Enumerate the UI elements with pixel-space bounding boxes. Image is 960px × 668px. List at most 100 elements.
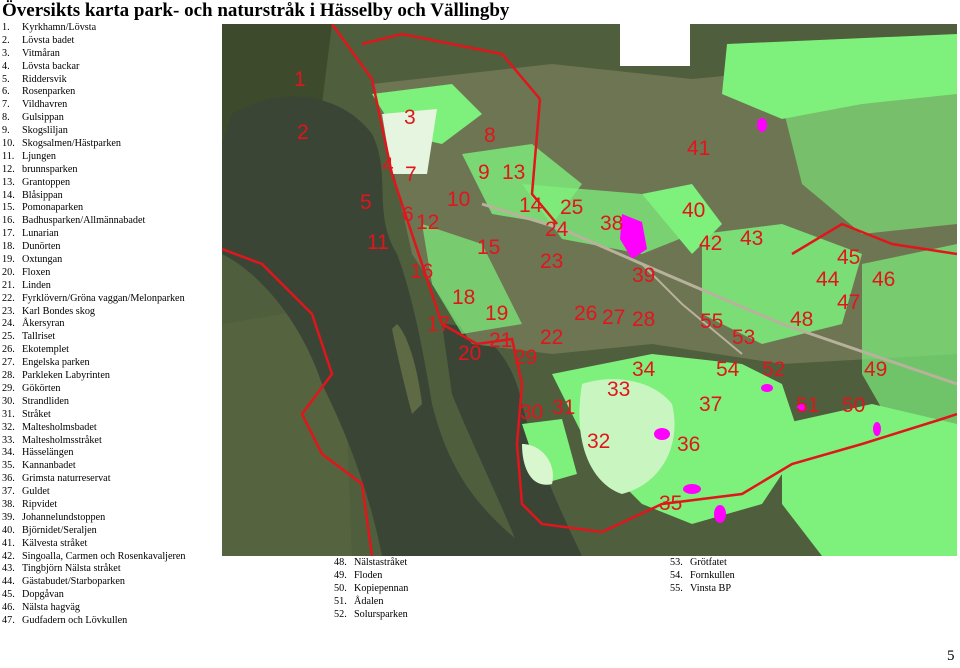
legend-item-name: Floden [354, 569, 383, 581]
legend-item-number: 55. [670, 582, 683, 594]
map-area-number[interactable]: 40 [682, 199, 705, 222]
map-area-number[interactable]: 54 [716, 358, 740, 381]
map-area-number[interactable]: 20 [458, 342, 481, 365]
legend-item-name: Hässelängen [22, 447, 74, 459]
map-area-number[interactable]: 34 [632, 358, 656, 381]
legend-item-number: 39. [2, 511, 15, 523]
map-area-number[interactable]: 28 [632, 308, 655, 331]
legend-item: 21. Linden [2, 280, 224, 293]
map-area-number[interactable]: 5 [360, 191, 372, 214]
legend-item-name: Grantoppen [22, 176, 71, 188]
map-area-number[interactable]: 39 [632, 264, 655, 287]
map-area-number[interactable]: 31 [552, 396, 575, 419]
legend-item: 36. Grimsta naturreservat [2, 473, 224, 486]
map-area-number[interactable]: 6 [402, 203, 414, 226]
map-area-number[interactable]: 8 [484, 124, 496, 147]
legend-item-number: 8. [2, 112, 10, 124]
map-area-number[interactable]: 50 [842, 394, 865, 417]
legend-item: 51. Ådalen [334, 596, 444, 609]
map-area-number[interactable]: 36 [677, 433, 700, 456]
map-area-number[interactable]: 21 [489, 329, 512, 352]
map-area-number[interactable]: 49 [864, 358, 887, 381]
map-area-number[interactable]: 35 [659, 492, 682, 515]
map-area-number[interactable]: 23 [540, 250, 563, 273]
legend-item-name: Linden [22, 279, 51, 291]
legend-item-number: 6. [2, 86, 10, 98]
map-area-number[interactable]: 3 [404, 106, 416, 129]
playground-area [761, 384, 773, 392]
map-area-number[interactable]: 11 [367, 231, 389, 254]
map-area-number[interactable]: 24 [545, 218, 569, 241]
map-area-number[interactable]: 15 [477, 236, 500, 259]
legend-item: 38. Ripvidet [2, 499, 224, 512]
legend-item-number: 16. [2, 215, 15, 227]
map-area-number[interactable]: 37 [699, 393, 722, 416]
map-area-number[interactable]: 14 [519, 194, 543, 217]
map-area-number[interactable]: 22 [540, 326, 563, 349]
map-area-number[interactable]: 2 [297, 121, 309, 144]
legend-item-name: Singoalla, Carmen och Rosenkavaljeren [22, 550, 186, 562]
map-area-number[interactable]: 10 [447, 188, 470, 211]
map-area-number[interactable]: 47 [837, 291, 860, 314]
map-area-number[interactable]: 9 [478, 161, 490, 184]
map-area-number[interactable]: 42 [699, 232, 722, 255]
legend-item-name: Åkersyran [22, 318, 65, 330]
overview-map[interactable]: 1 2 3 4 5 6 7 8 9 13 10 11 12 14 15 16 17 18 19 20 21 22 23 24 2… [222, 24, 957, 556]
map-area-number[interactable]: 53 [732, 326, 755, 349]
map-area-number[interactable]: 16 [410, 260, 433, 283]
map-area-number[interactable]: 52 [762, 358, 785, 381]
legend-item-number: 29. [2, 382, 15, 394]
map-area-number[interactable]: 18 [452, 286, 475, 309]
map-area-number[interactable]: 51 [796, 394, 819, 417]
legend-item-name: Pomonaparken [22, 202, 84, 214]
map-area-number[interactable]: 27 [602, 306, 625, 329]
legend-item-name: Kannanbadet [22, 460, 76, 472]
map-area-number[interactable]: 32 [587, 430, 610, 453]
map-area-number[interactable]: 25 [560, 196, 583, 219]
map-area-number[interactable]: 12 [416, 211, 439, 234]
legend-item: 24. Åkersyran [2, 318, 224, 331]
legend-item: 49. Floden [334, 570, 444, 583]
legend-item-name: Gulsippan [22, 112, 64, 124]
map-area-number[interactable]: 29 [514, 346, 537, 369]
map-area-number[interactable]: 43 [740, 227, 763, 250]
legend-item-number: 45. [2, 589, 15, 601]
legend-item: 6. Rosenparken [2, 86, 224, 99]
map-area-number[interactable]: 1 [294, 68, 306, 91]
map-area-number[interactable]: 19 [485, 302, 508, 325]
map-area-number[interactable]: 46 [872, 268, 895, 291]
legend-item: 31. Stråket [2, 409, 224, 422]
map-area-number[interactable]: 44 [816, 268, 840, 291]
legend-item-number: 13. [2, 176, 15, 188]
legend-item-number: 3. [2, 47, 10, 59]
legend-item-number: 53. [670, 557, 683, 568]
legend-item: 12. brunnsparken [2, 164, 224, 177]
legend-item: 1. Kyrkhamn/Lövsta [2, 22, 224, 35]
map-area-number[interactable]: 13 [502, 161, 525, 184]
map-area-number[interactable]: 26 [574, 302, 597, 325]
map-area-number[interactable]: 30 [520, 401, 543, 424]
legend-item: 19. Oxtungan [2, 254, 224, 267]
legend-item-name: Fornkullen [690, 569, 735, 581]
map-area-number[interactable]: 17 [427, 313, 450, 336]
legend-item: 27. Engelska parken [2, 357, 224, 370]
legend-item: 9. Skogsliljan [2, 125, 224, 138]
legend-item: 25. Tallriset [2, 331, 224, 344]
map-area-number[interactable]: 55 [700, 310, 723, 333]
map-area-number[interactable]: 4 [382, 154, 394, 177]
legend-item: 46. Nälsta hagväg [2, 602, 224, 615]
map-area-number[interactable]: 41 [687, 137, 710, 160]
legend-item-name: Vinsta BP [690, 582, 731, 594]
map-area-number[interactable]: 38 [600, 212, 623, 235]
map-area-number[interactable]: 33 [607, 378, 630, 401]
legend-item-number: 46. [2, 602, 15, 614]
legend-item: 28. Parkleken Labyrinten [2, 370, 224, 383]
legend-item: 41. Kälvesta stråket [2, 538, 224, 551]
legend-item-name: Johannelundstoppen [22, 511, 106, 523]
map-area-number[interactable]: 7 [405, 163, 417, 186]
legend-item: 8. Gulsippan [2, 112, 224, 125]
legend-item: 33. Maltesholmsstråket [2, 435, 224, 448]
legend-item-name: Strandliden [22, 395, 69, 407]
map-area-number[interactable]: 45 [837, 246, 860, 269]
map-area-number[interactable]: 48 [790, 308, 813, 331]
